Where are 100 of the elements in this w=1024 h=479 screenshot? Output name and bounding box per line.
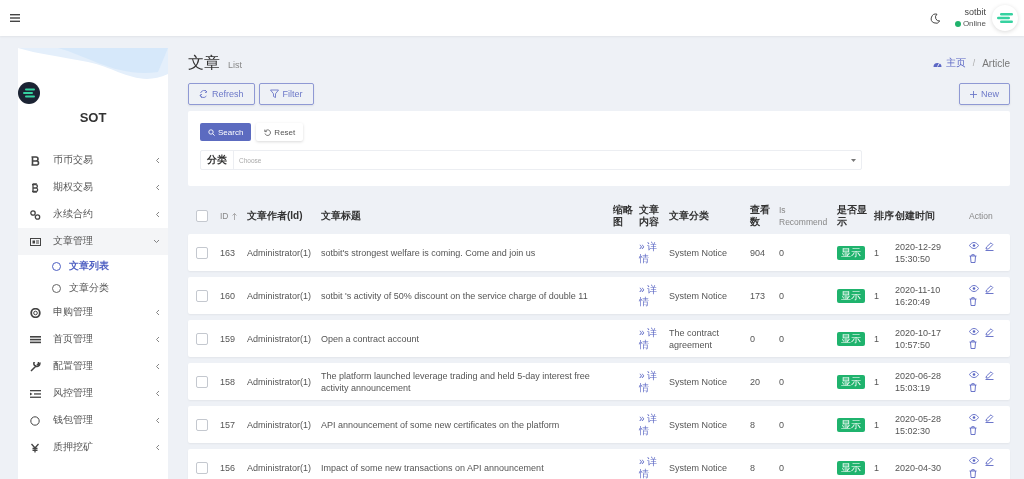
column-header: Action xyxy=(969,210,993,222)
column-header: 缩略图 xyxy=(613,204,634,228)
table-cell-text: 157 xyxy=(220,418,237,431)
trash-icon[interactable] xyxy=(969,297,977,306)
details-link[interactable]: » 详情 xyxy=(639,326,669,351)
new-button[interactable]: New xyxy=(959,83,1010,105)
row-checkbox[interactable] xyxy=(196,332,208,345)
table-cell-text: 160 xyxy=(220,289,237,302)
menu-item[interactable]: 配置管理 xyxy=(18,353,168,380)
table-cell-text: 1 xyxy=(874,375,880,388)
plus-icon xyxy=(970,90,977,98)
submenu-item[interactable]: 文章分类 xyxy=(18,277,168,299)
eye-icon[interactable] xyxy=(969,371,979,378)
table-cell-text: 1 xyxy=(874,332,880,345)
trash-icon[interactable] xyxy=(969,426,977,435)
pencil-icon[interactable] xyxy=(985,328,994,337)
column-header: 文章作者(Id) xyxy=(247,210,303,222)
search-button[interactable]: Search xyxy=(200,123,252,141)
breadcrumb-current: Article xyxy=(982,57,1010,69)
table-cell-text: Administrator(1) xyxy=(247,289,312,302)
table-cell-text: Administrator(1) xyxy=(247,332,312,345)
pencil-icon[interactable] xyxy=(985,242,994,251)
table-cell-text: 156 xyxy=(220,461,237,474)
row-checkbox[interactable] xyxy=(196,375,208,388)
menu-item[interactable]: 币币交易 xyxy=(18,147,168,174)
row-checkbox[interactable] xyxy=(196,418,208,431)
eye-icon[interactable] xyxy=(969,242,979,249)
table-cell-text: System Notice xyxy=(669,461,729,474)
status-badge: 显示 xyxy=(837,288,865,303)
table-cell-text: The platform launched leverage trading and held 5-day interest free activity announcement xyxy=(321,369,591,394)
table-cell-text: 0 xyxy=(750,332,756,345)
table-cell-text: 0 xyxy=(779,461,785,474)
details-link[interactable]: » 详情 xyxy=(639,455,669,479)
details-link[interactable]: » 详情 xyxy=(639,369,669,394)
table-cell-text: 1 xyxy=(874,289,880,302)
details-link[interactable]: » 详情 xyxy=(639,412,669,437)
pencil-icon[interactable] xyxy=(985,414,994,423)
table-cell-text: 1 xyxy=(874,418,880,431)
column-header: 查看数 xyxy=(750,204,771,228)
menu-item[interactable]: 钱包管理 xyxy=(18,407,168,434)
table-cell-text: 904 xyxy=(750,246,767,259)
logo-icon xyxy=(997,13,1013,23)
submenu-item[interactable]: 文章列表 xyxy=(18,255,168,277)
search-icon xyxy=(208,128,215,136)
menu-item[interactable]: 质押挖矿 xyxy=(18,434,168,461)
table-cell-text: 2020-10-17 10:57:50 xyxy=(895,326,943,351)
trash-icon[interactable] xyxy=(969,469,977,478)
table-cell-text: 1 xyxy=(874,461,880,474)
table-cell-text: 159 xyxy=(220,332,237,345)
row-checkbox[interactable] xyxy=(196,289,208,302)
table-cell-text: 1 xyxy=(874,246,880,259)
breadcrumb-link[interactable]: 主页 xyxy=(945,56,966,70)
menu-icon[interactable] xyxy=(10,14,20,22)
table-cell-text: 8 xyxy=(750,418,756,431)
chevron-left-icon xyxy=(155,309,160,316)
details-link[interactable]: » 详情 xyxy=(639,283,669,308)
link-icon xyxy=(30,209,41,220)
trash-icon[interactable] xyxy=(969,383,977,392)
refresh-icon xyxy=(199,89,208,99)
table-cell-text: System Notice xyxy=(669,289,729,302)
filter-button[interactable]: Filter xyxy=(258,83,314,105)
menu-item[interactable]: 期权交易 xyxy=(18,174,168,201)
menu-item[interactable]: 首页管理 xyxy=(18,326,168,353)
menu-item[interactable]: 文章管理 xyxy=(18,228,168,255)
user-name: sotbit xyxy=(964,6,986,18)
details-link[interactable]: » 详情 xyxy=(639,240,669,265)
breadcrumb-separator: / xyxy=(972,58,976,68)
bitcoin-icon xyxy=(30,182,41,193)
row-checkbox[interactable] xyxy=(196,461,208,474)
status-badge: 显示 xyxy=(837,417,865,432)
refresh-button[interactable]: Refresh xyxy=(188,83,255,105)
table-cell-text: 20 xyxy=(750,375,761,388)
trash-icon[interactable] xyxy=(969,254,977,263)
menu-item[interactable]: 永续合约 xyxy=(18,201,168,228)
eye-icon[interactable] xyxy=(969,328,979,335)
reset-button[interactable]: Reset xyxy=(256,123,304,141)
table-cell-text: sotbit's strongest welfare is coming. Come and join us xyxy=(321,246,537,259)
trash-icon[interactable] xyxy=(969,340,977,349)
pencil-icon[interactable] xyxy=(985,457,994,466)
table-cell-text: Administrator(1) xyxy=(247,246,312,259)
eye-icon[interactable] xyxy=(969,414,979,421)
column-header: 文章内容 xyxy=(639,204,660,228)
eye-icon[interactable] xyxy=(969,285,979,292)
menu-item[interactable]: 申购管理 xyxy=(18,299,168,326)
b-letter-icon xyxy=(30,155,41,166)
column-header: 排序 xyxy=(874,210,894,222)
newspaper-icon xyxy=(30,236,41,247)
table-cell-text: System Notice xyxy=(669,418,729,431)
eye-icon[interactable] xyxy=(969,457,979,464)
pencil-icon[interactable] xyxy=(985,371,994,380)
status-badge: 显示 xyxy=(837,245,865,260)
row-checkbox[interactable] xyxy=(196,246,208,259)
table-cell-text: Administrator(1) xyxy=(247,461,312,474)
table-cell-text: 0 xyxy=(779,375,785,388)
menu-item[interactable]: 风控管理 xyxy=(18,380,168,407)
indent-list-icon xyxy=(30,388,41,399)
pencil-icon[interactable] xyxy=(985,285,994,294)
moon-icon[interactable] xyxy=(929,12,941,24)
table-cell-text: 2020-06-28 15:03:19 xyxy=(895,369,943,394)
select-all-checkbox[interactable] xyxy=(196,210,208,222)
